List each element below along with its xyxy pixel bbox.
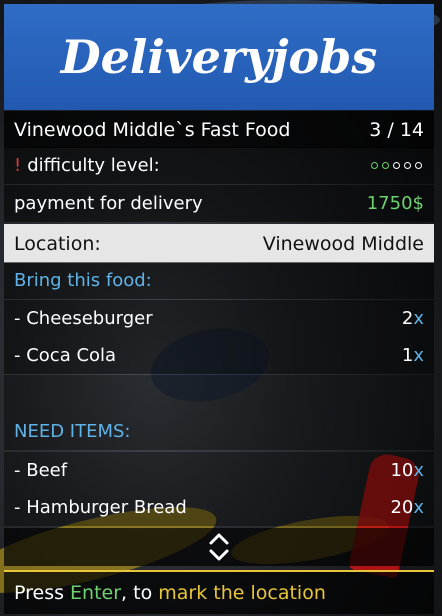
footer-key: Enter xyxy=(70,582,122,604)
job-name: Vinewood Middle`s Fast Food xyxy=(14,118,291,141)
difficulty-dot-filled xyxy=(371,162,378,169)
difficulty-dot-empty xyxy=(415,162,422,169)
job-row[interactable]: Vinewood Middle`s Fast Food 3 / 14 xyxy=(4,111,434,148)
location-label: Location: xyxy=(14,232,101,255)
food-item-row: - Cheeseburger 2x xyxy=(4,300,434,337)
difficulty-dot-filled xyxy=(382,162,389,169)
need-item-row: - Beef 10x xyxy=(4,452,434,489)
need-item-quantity: 10x xyxy=(390,460,424,481)
food-item-row: - Coca Cola 1x xyxy=(4,337,434,374)
need-item-name: - Beef xyxy=(14,460,68,481)
food-item-name: - Cheeseburger xyxy=(14,308,153,329)
difficulty-dot-empty xyxy=(404,162,411,169)
up-down-chevron-icon[interactable] xyxy=(208,532,230,562)
difficulty-row: ! difficulty level: xyxy=(4,147,434,184)
location-row[interactable]: Location: Vinewood Middle xyxy=(4,224,434,263)
footer-hint: Press Enter, to mark the location xyxy=(4,570,434,614)
need-item-quantity: 20x xyxy=(390,497,424,518)
food-item-quantity: 2x xyxy=(401,308,424,329)
need-section-heading: NEED ITEMS: xyxy=(14,421,131,442)
payment-value: 1750$ xyxy=(366,193,424,214)
need-section-heading-row: NEED ITEMS: xyxy=(4,413,434,450)
panel-title: Deliveryjobs xyxy=(60,30,378,84)
warning-icon: ! xyxy=(14,155,22,176)
food-section-heading: Bring this food: xyxy=(14,270,152,291)
spacer-row xyxy=(4,375,434,413)
food-section-heading-row: Bring this food: xyxy=(4,262,434,299)
job-progress: 3 / 14 xyxy=(369,118,424,141)
food-item-quantity: 1x xyxy=(401,345,424,366)
difficulty-label-wrap: ! difficulty level: xyxy=(14,155,160,176)
footer-action: mark the location xyxy=(158,582,326,604)
delivery-jobs-panel: Deliveryjobs Vinewood Middle`s Fast Food… xyxy=(4,0,434,616)
food-item-name: - Coca Cola xyxy=(14,345,117,366)
payment-row: payment for delivery 1750$ xyxy=(4,185,434,222)
scroll-control[interactable] xyxy=(4,528,434,566)
need-item-name: - Hamburger Bread xyxy=(14,497,187,518)
panel-header: Deliveryjobs xyxy=(4,4,434,110)
footer-prefix: Press xyxy=(14,582,71,604)
difficulty-label: difficulty level: xyxy=(27,155,160,176)
footer-middle: , to xyxy=(121,582,159,604)
need-item-row: - Hamburger Bread 20x xyxy=(4,489,434,526)
payment-label: payment for delivery xyxy=(14,193,203,214)
difficulty-rating xyxy=(371,162,424,169)
location-value: Vinewood Middle xyxy=(262,232,424,255)
difficulty-dot-empty xyxy=(393,162,400,169)
